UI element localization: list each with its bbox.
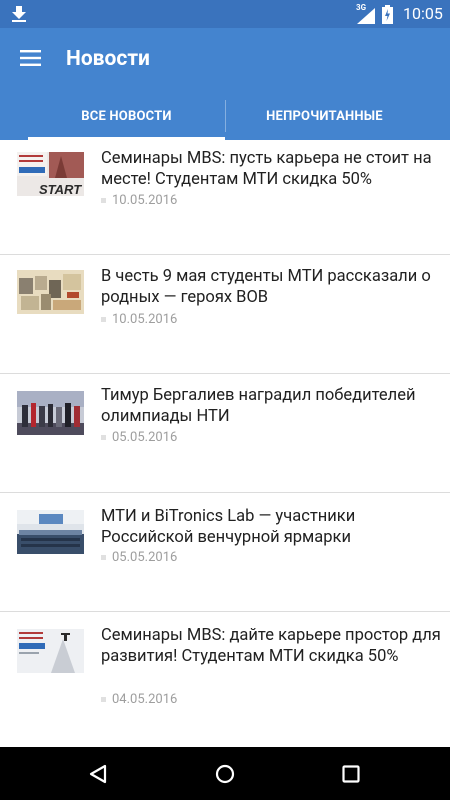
navigation-bar [0, 747, 450, 800]
news-title: В честь 9 мая студенты МТИ рассказали о … [101, 267, 431, 307]
news-thumbnail-war-heroes [17, 270, 84, 314]
date-bullet [101, 697, 106, 703]
news-thumbnail-award-ceremony [17, 391, 84, 435]
tab-all-news-label: ВСЕ НОВОСТИ [81, 108, 172, 124]
news-title: Семинары MBS: дайте карьере простор для … [101, 626, 441, 666]
battery-charging-icon [382, 5, 393, 24]
tab-divider [225, 100, 226, 132]
home-icon[interactable] [215, 764, 235, 784]
status-bar: 3G 10:05 [0, 0, 450, 28]
news-item[interactable]: В честь 9 мая студенты МТИ рассказали о … [0, 255, 450, 374]
date-bullet [101, 198, 106, 204]
signal-icon [357, 8, 375, 24]
news-date: 05.05.2016 [101, 430, 177, 445]
date-bullet [101, 555, 106, 561]
app-bar: Новости [0, 28, 450, 92]
news-title: Семинары MBS: пусть карьера не стоит на … [101, 149, 432, 189]
news-title: Тимур Бергалиев наградил победителей оли… [101, 386, 416, 426]
news-date-text: 05.05.2016 [112, 430, 178, 445]
news-list[interactable]: START Семинары MBS: пусть карьера не сто… [0, 140, 450, 747]
news-date-text: 05.05.2016 [112, 550, 178, 565]
page-title: Новости [66, 47, 150, 71]
news-date-text: 04.05.2016 [112, 692, 178, 707]
svg-text:START: START [39, 182, 82, 196]
date-bullet [101, 317, 106, 323]
news-item[interactable]: МТИ и BiTronics Lab — участники Российск… [0, 493, 450, 612]
news-thumbnail-seminar-ladder [17, 629, 84, 673]
news-thumbnail-venture-fair [17, 510, 84, 554]
news-date-text: 10.05.2016 [112, 193, 178, 208]
news-item[interactable]: Семинары MBS: дайте карьере простор для … [0, 612, 450, 747]
news-date: 05.05.2016 [101, 550, 177, 565]
date-bullet [101, 435, 106, 441]
news-thumbnail-seminar-start: START [17, 152, 84, 196]
tab-unread-label: НЕПРОЧИТАННЫЕ [266, 108, 383, 124]
tab-all-news[interactable]: ВСЕ НОВОСТИ [28, 92, 225, 140]
news-date: 04.05.2016 [101, 692, 177, 707]
clock: 10:05 [403, 4, 443, 23]
tab-unread[interactable]: НЕПРОЧИТАННЫЕ [226, 92, 423, 140]
news-date: 10.05.2016 [101, 312, 177, 327]
download-icon [12, 6, 26, 22]
back-icon[interactable] [88, 764, 108, 784]
news-item[interactable]: Тимур Бергалиев наградил победителей оли… [0, 374, 450, 493]
hamburger-menu-icon[interactable] [20, 50, 41, 66]
news-date: 10.05.2016 [101, 193, 177, 208]
news-item[interactable]: START Семинары MBS: пусть карьера не сто… [0, 140, 450, 255]
news-date-text: 10.05.2016 [112, 312, 178, 327]
news-title: МТИ и BiTronics Lab — участники Российск… [101, 507, 356, 547]
recents-icon[interactable] [342, 765, 360, 783]
